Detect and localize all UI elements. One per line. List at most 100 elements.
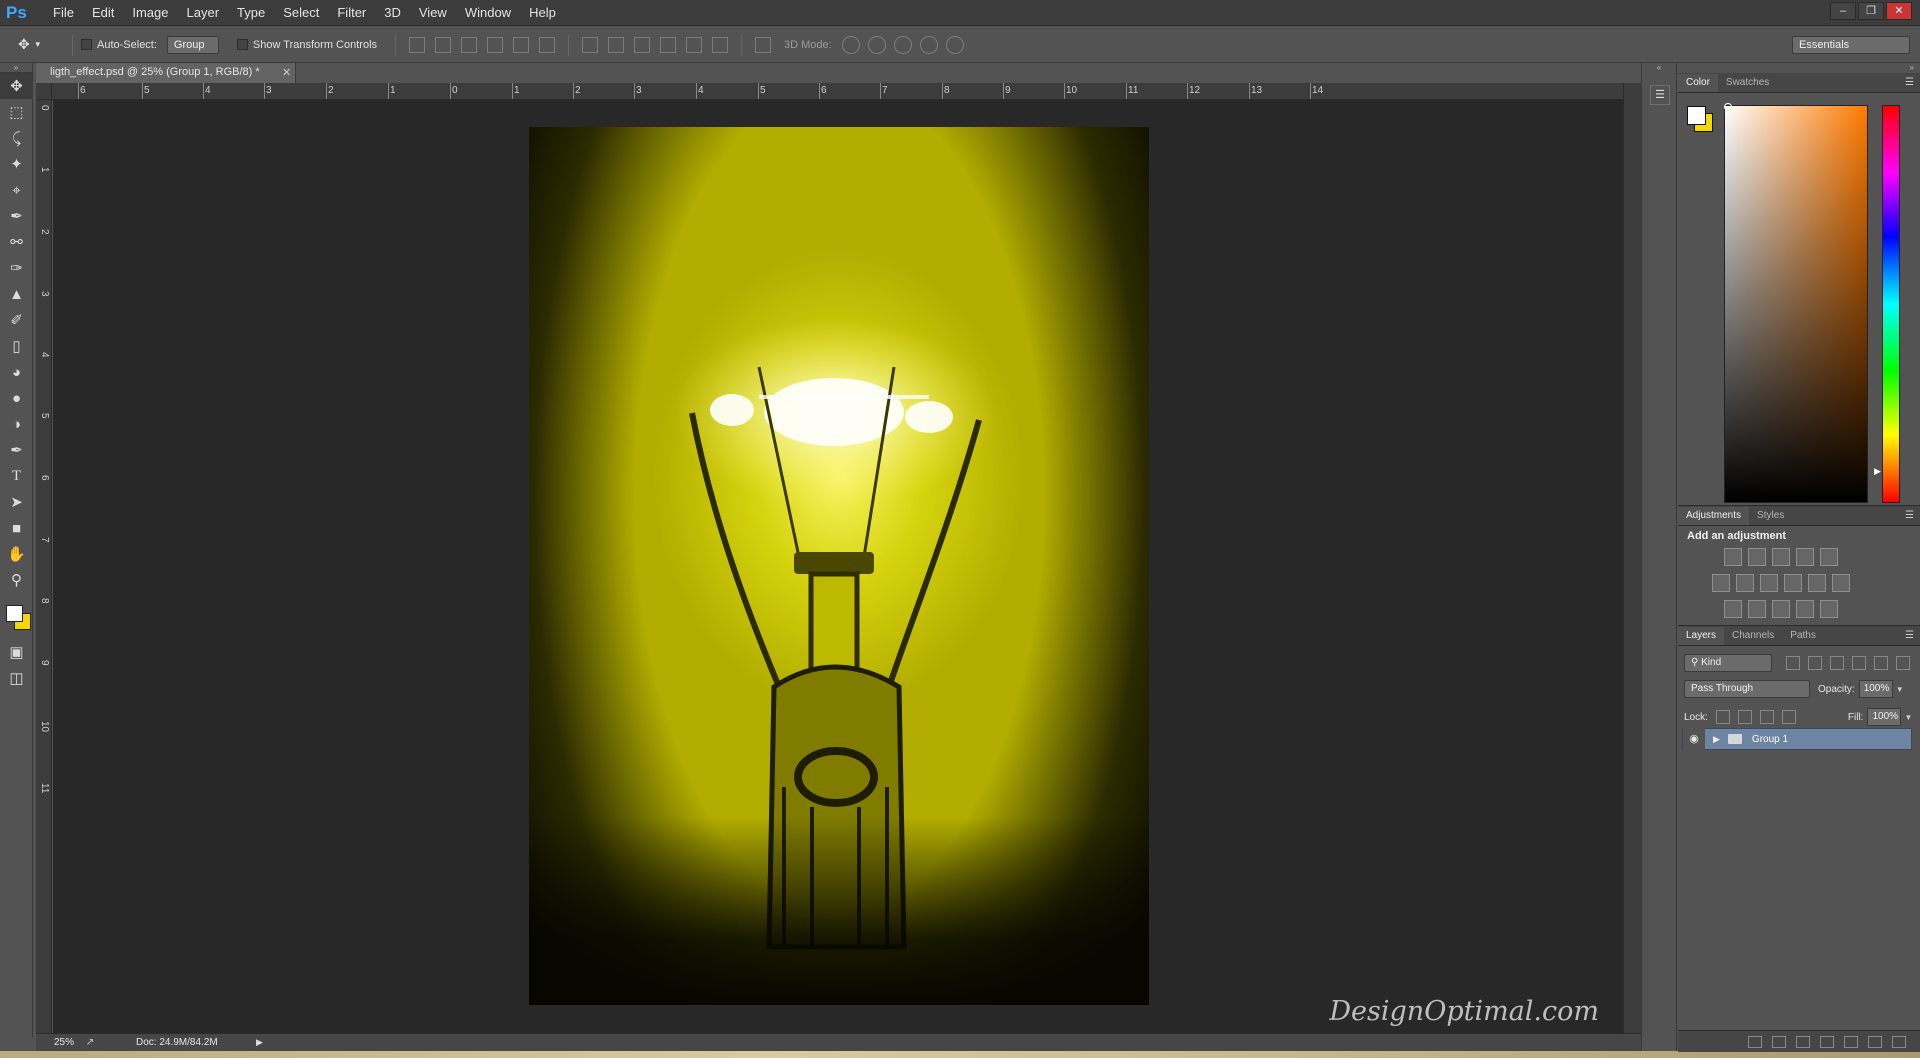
path-selection-icon[interactable]: ➤	[0, 489, 33, 515]
panel-menu-icon[interactable]: ☰	[1905, 77, 1914, 88]
healing-brush-icon[interactable]: ⚯	[0, 229, 33, 255]
chevron-down-icon[interactable]: ▼	[1896, 685, 1904, 694]
canvas-area[interactable]: DesignOptimal.com	[53, 100, 1623, 1033]
lock-transparent-icon[interactable]	[1715, 710, 1730, 724]
3d-rotate-icon[interactable]	[841, 35, 860, 54]
levels-icon[interactable]	[1748, 548, 1766, 566]
threshold-icon[interactable]	[1772, 600, 1790, 618]
menu-file[interactable]: File	[44, 0, 83, 26]
eraser-icon[interactable]: ▯	[0, 333, 33, 359]
menu-image[interactable]: Image	[123, 0, 177, 26]
black-white-icon[interactable]	[1760, 574, 1778, 592]
align-right-edges-icon[interactable]	[539, 36, 556, 53]
align-top-edges-icon[interactable]	[409, 36, 426, 53]
auto-select-dropdown[interactable]: Group	[166, 35, 219, 54]
layer-row[interactable]: ◉ ▶ Group 1	[1682, 728, 1912, 750]
foreground-color-swatch[interactable]	[1687, 106, 1706, 125]
menu-3d[interactable]: 3D	[375, 0, 410, 26]
tab-layers[interactable]: Layers	[1678, 627, 1725, 645]
chevron-down-icon[interactable]: ▼	[1904, 713, 1912, 722]
panel-collapse-icon[interactable]: »	[0, 63, 32, 73]
hue-slider[interactable]	[1882, 105, 1900, 503]
curves-icon[interactable]	[1772, 548, 1790, 566]
dodge-tool-icon[interactable]: ◑	[0, 411, 33, 437]
new-layer-icon[interactable]	[1868, 1035, 1882, 1048]
color-lookup-icon[interactable]	[1832, 574, 1850, 592]
distribute-right-icon[interactable]	[712, 36, 729, 53]
gradient-map-icon[interactable]	[1820, 600, 1838, 618]
status-menu-arrow-icon[interactable]: ▶	[256, 1037, 263, 1048]
menu-view[interactable]: View	[410, 0, 456, 26]
horizontal-ruler[interactable]: 6 5 4 3 2 1 0 1 2 3 4 5 6 7 8 9 10 11 12 13 14	[52, 83, 1623, 100]
3d-drag-icon[interactable]	[893, 35, 912, 54]
panel-menu-icon[interactable]: ☰	[1905, 510, 1914, 521]
filter-pixel-icon[interactable]	[1786, 656, 1800, 670]
screen-mode-icon[interactable]: ◫	[0, 665, 33, 691]
collapse-panels-icon[interactable]: »	[1678, 63, 1920, 73]
adjustment-layer-icon[interactable]	[1820, 1035, 1834, 1048]
restore-icon[interactable]: ❐	[1858, 2, 1884, 20]
magic-wand-icon[interactable]: ✦	[0, 151, 33, 177]
panel-menu-icon[interactable]: ☰	[1905, 630, 1914, 641]
menu-select[interactable]: Select	[274, 0, 328, 26]
color-picker-cursor[interactable]	[1724, 103, 1732, 111]
close-icon[interactable]: ✕	[282, 66, 291, 79]
minimize-icon[interactable]: –	[1830, 2, 1856, 20]
color-picker-field[interactable]	[1724, 105, 1868, 503]
share-icon[interactable]: ↗	[80, 1037, 100, 1048]
menu-type[interactable]: Type	[228, 0, 274, 26]
distribute-vcenter-icon[interactable]	[608, 36, 625, 53]
blur-tool-icon[interactable]: ●	[0, 385, 33, 411]
delete-layer-icon[interactable]	[1892, 1035, 1906, 1048]
menu-help[interactable]: Help	[520, 0, 565, 26]
rectangle-tool-icon[interactable]: ■	[0, 515, 33, 541]
filter-type-icon[interactable]	[1830, 656, 1844, 670]
hand-tool-icon[interactable]: ✋	[0, 541, 33, 567]
brightness-contrast-icon[interactable]	[1724, 548, 1742, 566]
3d-roll-icon[interactable]	[867, 35, 886, 54]
move-tool-icon[interactable]: ✥	[0, 73, 33, 99]
menu-layer[interactable]: Layer	[178, 0, 229, 26]
channel-mixer-icon[interactable]	[1808, 574, 1826, 592]
new-group-icon[interactable]	[1844, 1035, 1858, 1048]
color-balance-icon[interactable]	[1736, 574, 1754, 592]
auto-align-layers-icon[interactable]	[755, 36, 772, 53]
3d-scale-icon[interactable]	[945, 35, 964, 54]
vibrance-icon[interactable]	[1820, 548, 1838, 566]
exposure-icon[interactable]	[1796, 548, 1814, 566]
clone-stamp-icon[interactable]: ▲	[0, 281, 33, 307]
type-tool-icon[interactable]: T	[0, 463, 33, 489]
tab-color[interactable]: Color	[1678, 74, 1718, 92]
posterize-icon[interactable]	[1748, 600, 1766, 618]
distribute-bottom-icon[interactable]	[634, 36, 651, 53]
close-icon[interactable]: ✕	[1886, 2, 1912, 20]
align-vertical-centers-icon[interactable]	[435, 36, 452, 53]
ruler-origin[interactable]	[36, 83, 52, 100]
align-bottom-edges-icon[interactable]	[461, 36, 478, 53]
layer-name[interactable]: Group 1	[1752, 734, 1788, 745]
tab-paths[interactable]: Paths	[1782, 627, 1824, 645]
zoom-tool-icon[interactable]: ⚲	[0, 567, 33, 593]
workspace-switcher[interactable]: Essentials	[1792, 36, 1910, 54]
tab-swatches[interactable]: Swatches	[1718, 74, 1777, 92]
tab-styles[interactable]: Styles	[1749, 507, 1792, 525]
rectangular-marquee-icon[interactable]: ⬚	[0, 99, 33, 125]
filter-toggle-icon[interactable]	[1896, 656, 1910, 670]
expand-group-icon[interactable]: ▶	[1713, 734, 1720, 745]
blend-mode-dropdown[interactable]: Pass Through	[1684, 680, 1810, 698]
filter-smart-object-icon[interactable]	[1874, 656, 1888, 670]
eyedropper-icon[interactable]: ✒	[0, 203, 33, 229]
filter-adjustment-icon[interactable]	[1808, 656, 1822, 670]
vertical-ruler[interactable]: 0 1 2 3 4 5 6 7 8 9 10 11	[36, 83, 52, 1038]
quick-mask-icon[interactable]: ▣	[0, 639, 33, 665]
tab-channels[interactable]: Channels	[1724, 627, 1782, 645]
menu-window[interactable]: Window	[456, 0, 520, 26]
lock-position-icon[interactable]	[1759, 710, 1774, 724]
opacity-field[interactable]: 100%	[1858, 680, 1893, 698]
align-left-edges-icon[interactable]	[487, 36, 504, 53]
distribute-top-icon[interactable]	[582, 36, 599, 53]
distribute-hcenter-icon[interactable]	[686, 36, 703, 53]
document-tab[interactable]: ligth_effect.psd @ 25% (Group 1, RGB/8) …	[36, 63, 296, 83]
distribute-left-icon[interactable]	[660, 36, 677, 53]
show-transform-checkbox[interactable]	[236, 39, 248, 50]
